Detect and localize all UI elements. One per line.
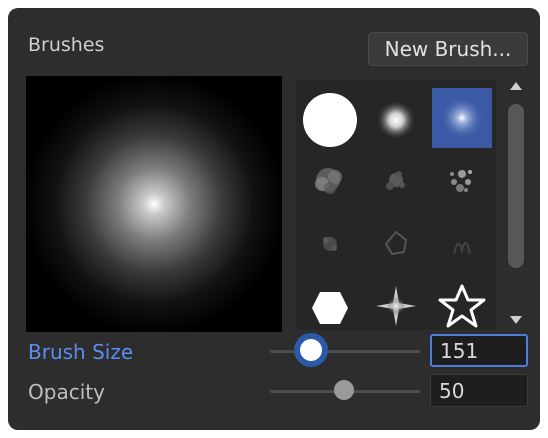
brush-soft-round-glow[interactable] bbox=[432, 88, 492, 148]
cell-texture-icon bbox=[384, 230, 408, 256]
brush-sparkle-texture[interactable] bbox=[300, 214, 360, 274]
hexagon-icon bbox=[312, 292, 348, 324]
opacity-label: Opacity bbox=[28, 380, 105, 404]
new-brush-button[interactable]: New Brush... bbox=[368, 32, 528, 66]
brush-cloud-texture[interactable] bbox=[300, 152, 360, 212]
soft-glow-icon bbox=[440, 96, 484, 140]
soft-round-icon bbox=[376, 100, 416, 140]
brush-grid-scrollbar[interactable] bbox=[505, 76, 527, 330]
sparkle-texture-icon bbox=[323, 237, 337, 251]
brushes-panel: Brushes New Brush... Brush Size 151 Opac… bbox=[8, 8, 540, 430]
brush-star-burst[interactable] bbox=[366, 276, 426, 330]
brush-hexagon[interactable] bbox=[300, 276, 360, 330]
hard-round-icon bbox=[303, 93, 357, 147]
brush-splatter-texture[interactable] bbox=[366, 152, 426, 212]
brush-preview bbox=[26, 76, 282, 332]
smoke-texture-icon bbox=[453, 242, 471, 255]
brush-size-label: Brush Size bbox=[28, 340, 134, 364]
scroll-down-arrow-icon[interactable] bbox=[510, 316, 522, 324]
cloud-texture-icon bbox=[315, 168, 342, 194]
brush-size-slider[interactable] bbox=[270, 350, 420, 353]
brush-spray-texture[interactable] bbox=[432, 152, 492, 212]
brush-star-outline[interactable] bbox=[432, 276, 492, 330]
brush-size-field[interactable]: 151 bbox=[430, 334, 528, 367]
brush-soft-round-small[interactable] bbox=[366, 90, 426, 150]
spray-texture-icon bbox=[450, 170, 472, 192]
scrollbar-thumb[interactable] bbox=[508, 104, 524, 268]
brush-hard-round[interactable] bbox=[300, 90, 360, 150]
opacity-slider-handle[interactable] bbox=[333, 380, 354, 400]
star-burst-icon bbox=[376, 286, 416, 326]
brush-size-slider-handle[interactable] bbox=[299, 339, 322, 361]
opacity-field[interactable]: 50 bbox=[430, 374, 528, 407]
brush-smoke-texture[interactable] bbox=[432, 214, 492, 274]
star-outline-icon bbox=[438, 284, 486, 328]
brush-grid bbox=[296, 80, 496, 330]
brush-cell-texture[interactable] bbox=[366, 214, 426, 274]
splatter-texture-icon bbox=[386, 171, 405, 190]
panel-title: Brushes bbox=[28, 34, 105, 56]
scroll-up-arrow-icon[interactable] bbox=[510, 82, 522, 90]
